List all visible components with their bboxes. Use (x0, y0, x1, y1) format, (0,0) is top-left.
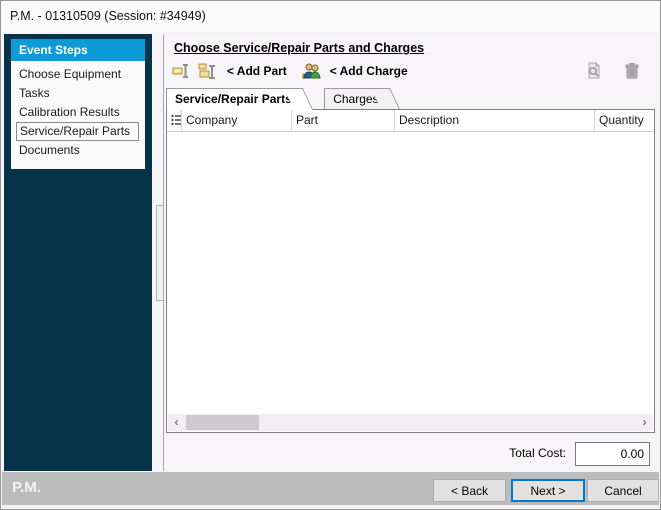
sidebar-item-choose-equipment[interactable]: Choose Equipment (11, 65, 145, 84)
column-header-description[interactable]: Description (395, 110, 595, 131)
event-steps-panel: Event Steps Choose Equipment Tasks Calib… (4, 34, 152, 471)
row-list-icon[interactable] (167, 110, 182, 131)
event-steps-header: Event Steps (11, 39, 145, 61)
sidebar-item-documents[interactable]: Documents (11, 141, 145, 160)
trash-icon[interactable] (624, 60, 646, 82)
tab-service-repair-parts[interactable]: Service/Repair Parts (166, 88, 298, 110)
part-icon[interactable] (172, 60, 194, 82)
part-add-icon[interactable] (198, 60, 220, 82)
total-cost-label: Total Cost: (509, 446, 566, 460)
footer-bar: P.M. < Back Next > Cancel (2, 472, 659, 505)
add-charge-label[interactable]: < Add Charge (330, 64, 408, 78)
next-button[interactable]: Next > (511, 479, 585, 502)
title-bar: P.M. - 01310509 (Session: #34949) (2, 1, 659, 32)
parts-table-header: Company Part Description Quantity (167, 110, 654, 132)
scroll-right-icon[interactable]: › (636, 414, 653, 431)
back-button[interactable]: < Back (433, 479, 506, 502)
total-cost-field[interactable] (575, 442, 650, 466)
column-header-company[interactable]: Company (182, 110, 292, 131)
pm-dialog-window: P.M. - 01310509 (Session: #34949) Event … (0, 0, 661, 510)
parts-table: Company Part Description Quantity ‹ › (166, 109, 655, 433)
cancel-button[interactable]: Cancel (587, 479, 659, 502)
add-part-label[interactable]: < Add Part (227, 64, 287, 78)
sidebar-item-calibration-results[interactable]: Calibration Results (11, 103, 145, 122)
column-header-part[interactable]: Part (292, 110, 395, 131)
horizontal-scrollbar[interactable]: ‹ › (168, 414, 653, 431)
brand-label: P.M. (12, 479, 41, 496)
scrollbar-thumb[interactable] (186, 415, 259, 430)
people-icon[interactable] (301, 60, 323, 82)
window-title: P.M. - 01310509 (Session: #34949) (10, 9, 206, 23)
main-content-panel: Choose Service/Repair Parts and Charges … (163, 34, 658, 471)
preview-document-icon[interactable] (585, 60, 607, 82)
event-steps-list: Event Steps Choose Equipment Tasks Calib… (11, 39, 145, 169)
scroll-left-icon[interactable]: ‹ (168, 414, 185, 431)
column-header-quantity[interactable]: Quantity (595, 110, 654, 131)
bottom-margin-strip (2, 505, 659, 510)
tab-charges[interactable]: Charges (324, 88, 384, 109)
parts-toolbar: < Add Part < Add Charge (172, 60, 652, 86)
page-title: Choose Service/Repair Parts and Charges (174, 41, 424, 55)
parts-charges-tabstrip: Service/Repair Parts Charges (166, 88, 407, 109)
sidebar-item-tasks[interactable]: Tasks (11, 84, 145, 103)
sidebar-item-service-repair-parts[interactable]: Service/Repair Parts (16, 122, 139, 141)
